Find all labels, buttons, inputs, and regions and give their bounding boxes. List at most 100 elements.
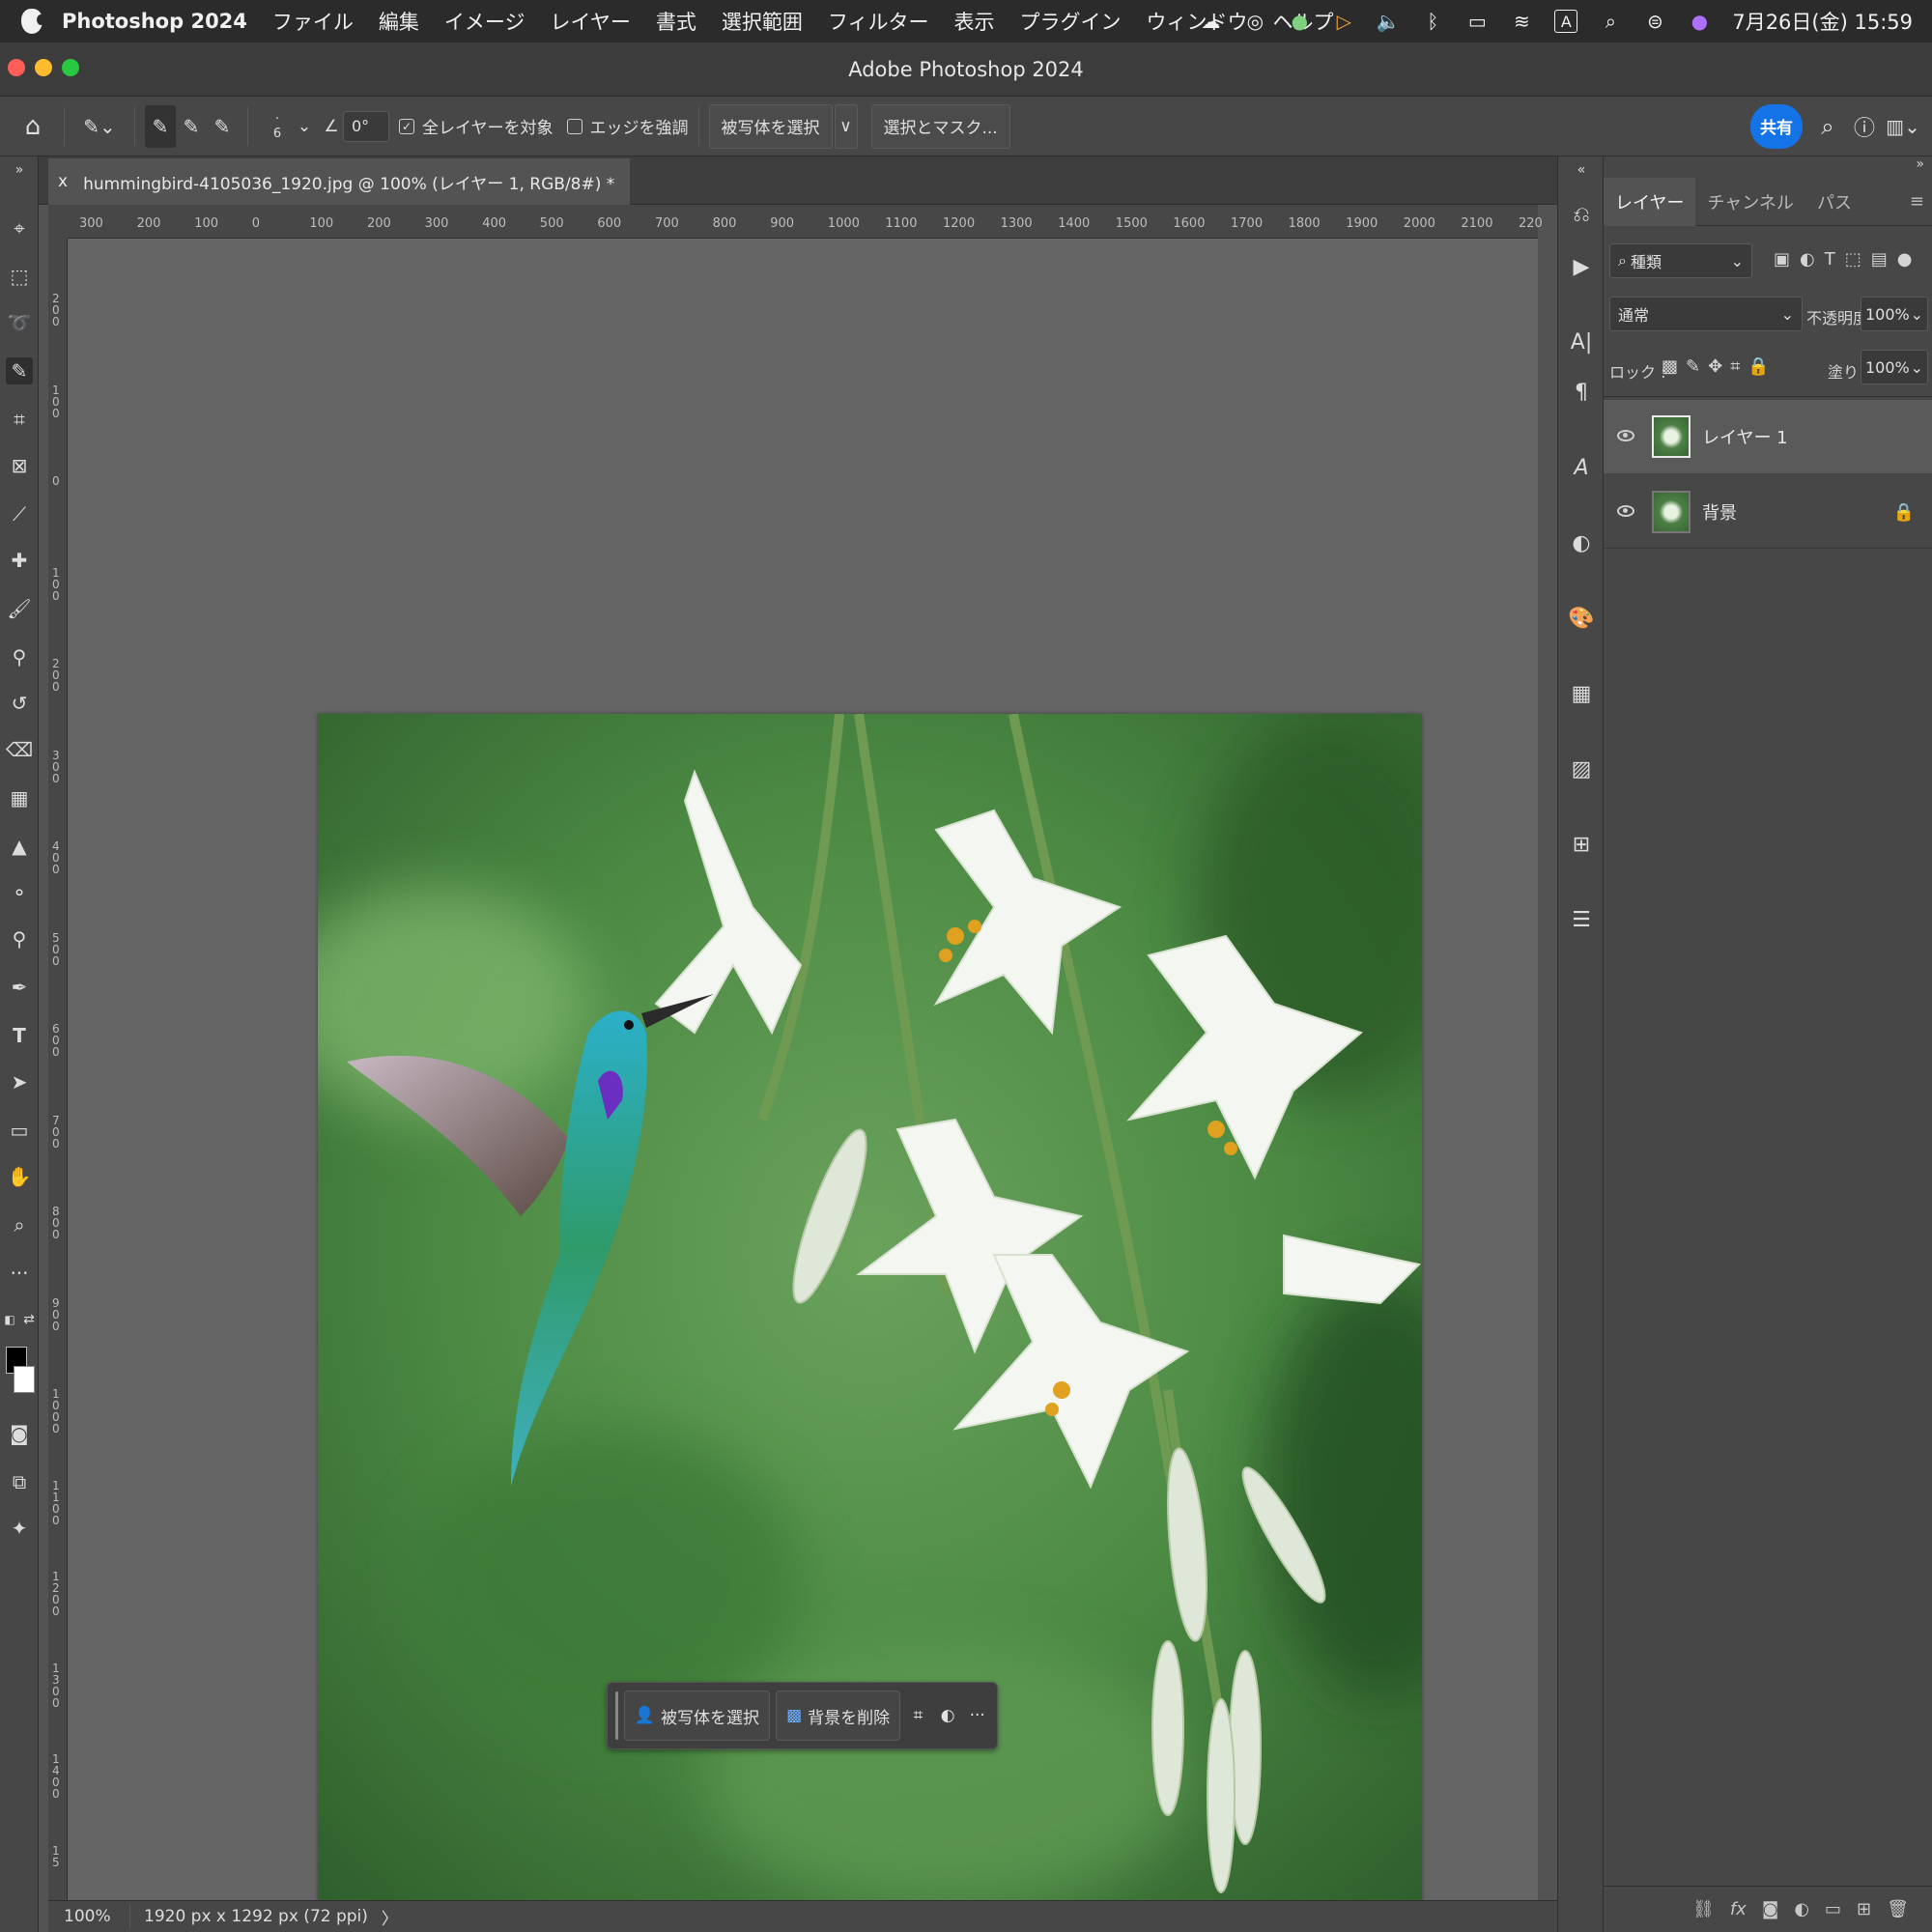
minimize-window-button[interactable] — [35, 59, 52, 76]
horizontal-ruler[interactable]: 300 200 100 0 100 200 300 400 500 600 700 800 900 100… — [68, 205, 1543, 239]
tool-preset-picker[interactable]: ✎⌄ — [74, 105, 125, 148]
eraser-tool-icon[interactable]: ⌫ — [6, 736, 33, 763]
layer-style-icon[interactable]: fx — [1730, 1899, 1747, 1919]
filter-adjustment-icon[interactable]: ◐ — [1800, 249, 1815, 270]
gradient-tool-icon[interactable]: ▦ — [6, 784, 33, 811]
filter-toggle-icon[interactable]: ● — [1897, 249, 1913, 270]
gradients-panel-icon[interactable]: ▨ — [1568, 755, 1595, 782]
ctx-remove-background-button[interactable]: ▩ 背景を削除 — [776, 1690, 901, 1741]
cloud-icon[interactable]: ☁ — [1199, 10, 1222, 33]
apple-icon[interactable] — [21, 9, 45, 34]
close-tab-icon[interactable]: x — [58, 172, 68, 191]
new-group-icon[interactable]: ▭ — [1825, 1899, 1841, 1919]
layer-thumbnail[interactable] — [1652, 491, 1690, 533]
collapse-dock-icon[interactable]: « — [1568, 156, 1595, 184]
screen-mode-icon[interactable]: ⧉ — [6, 1468, 33, 1495]
add-mask-icon[interactable]: ◙ — [1762, 1899, 1778, 1919]
type-tool-icon[interactable]: T — [6, 1022, 33, 1049]
path-selection-tool-icon[interactable]: ➤ — [6, 1068, 33, 1095]
layer-name[interactable]: レイヤー 1 — [1702, 424, 1788, 449]
healing-brush-tool-icon[interactable]: ✚ — [6, 547, 33, 574]
adjustment-icon[interactable]: ◐ — [936, 1706, 960, 1725]
wifi-icon[interactable]: ≋ — [1510, 10, 1533, 33]
play-status-icon[interactable]: ▷ — [1332, 10, 1355, 33]
opacity-input[interactable]: 100% ⌄ — [1861, 297, 1928, 331]
new-layer-icon[interactable]: ⊞ — [1857, 1899, 1871, 1919]
ctx-select-subject-button[interactable]: 👤 被写体を選択 — [623, 1690, 771, 1741]
lock-position-icon[interactable]: ✥ — [1708, 356, 1722, 377]
input-mode-indicator[interactable]: A — [1554, 10, 1578, 33]
layer-row[interactable]: 背景 🔒 — [1604, 475, 1932, 549]
menu-plugins[interactable]: プラグイン — [1019, 7, 1121, 36]
properties-panel-icon[interactable]: ☰ — [1568, 906, 1595, 933]
filter-pixel-icon[interactable]: ▣ — [1774, 249, 1790, 270]
menu-image[interactable]: イメージ — [444, 7, 526, 36]
visibility-eye-icon[interactable] — [1617, 430, 1634, 441]
lock-icon[interactable]: 🔒 — [1893, 502, 1915, 523]
blend-mode-select[interactable]: 通常 ⌄ — [1609, 297, 1803, 331]
layer-thumbnail[interactable] — [1652, 415, 1690, 458]
fill-input[interactable]: 100% ⌄ — [1861, 350, 1928, 384]
spotlight-search-icon[interactable]: ⌕ — [1599, 10, 1622, 33]
document-info-arrow[interactable]: 〉 — [382, 1905, 398, 1929]
collapse-panels-icon[interactable]: » — [1916, 156, 1924, 172]
hand-tool-icon[interactable]: ✋ — [6, 1163, 33, 1190]
select-subject-dropdown[interactable]: ∨ — [834, 103, 858, 149]
lock-image-icon[interactable]: ✎ — [1686, 356, 1700, 377]
lock-artboard-icon[interactable]: ⌗ — [1730, 356, 1740, 377]
tab-paths[interactable]: パス — [1805, 178, 1863, 226]
more-tools-icon[interactable]: ··· — [6, 1260, 33, 1287]
patterns-panel-icon[interactable]: ⊞ — [1568, 831, 1595, 858]
lasso-tool-icon[interactable]: ➰ — [6, 309, 33, 336]
quick-selection-tool-icon[interactable]: ✎ — [6, 357, 33, 384]
menu-file[interactable]: ファイル — [272, 7, 354, 36]
tab-layers[interactable]: レイヤー — [1604, 177, 1696, 226]
generative-icon[interactable]: ✦ — [6, 1515, 33, 1542]
control-center-icon[interactable]: ⊜ — [1643, 10, 1666, 33]
artboard-tool-icon[interactable]: ⌖ — [6, 214, 33, 242]
chevron-down-icon[interactable]: ⌄ — [297, 105, 312, 148]
canvas-area[interactable]: 👤 被写体を選択 ▩ 背景を削除 ⌗ ◐ ··· — [68, 239, 1538, 1903]
frame-tool-icon[interactable]: ⊠ — [6, 452, 33, 479]
layer-filter-kind-select[interactable]: ⌕ 種類 ⌄ — [1609, 243, 1752, 278]
delete-layer-icon[interactable]: 🗑 — [1887, 1899, 1909, 1919]
eyedropper-tool-icon[interactable]: ⟋ — [6, 500, 33, 527]
search-icon[interactable]: ⌕ — [1808, 105, 1847, 148]
brush-size-picker[interactable]: · 6 — [258, 105, 297, 148]
filter-type-icon[interactable]: T — [1825, 249, 1835, 270]
menubar-clock[interactable]: 7月26日(金) 15:59 — [1732, 7, 1913, 36]
glyphs-panel-icon[interactable]: A — [1568, 454, 1595, 481]
actions-panel-icon[interactable]: ▶ — [1568, 253, 1595, 280]
layer-row[interactable]: レイヤー 1 — [1604, 400, 1932, 473]
history-panel-icon[interactable]: ⎌ — [1568, 201, 1595, 228]
crop-tool-icon[interactable]: ⌗ — [6, 406, 33, 433]
pen-tool-icon[interactable]: ✒ — [6, 974, 33, 1001]
share-button[interactable]: 共有 — [1750, 103, 1803, 149]
app-name-menu[interactable]: Photoshop 2024 — [62, 10, 247, 33]
swap-colors-icon[interactable]: ⇄ — [21, 1312, 37, 1327]
clone-stamp-tool-icon[interactable]: ⚲ — [6, 643, 33, 670]
vertical-ruler[interactable]: 2 0 0 1 0 0 0 1 0 0 2 0 0 3 0 0 4 0 0 5 0 0 6 0 … — [48, 239, 68, 1900]
default-colors-icon[interactable]: ◧ — [2, 1312, 17, 1327]
app-status-icon[interactable]: ● — [1288, 10, 1311, 33]
link-layers-icon[interactable]: ⛓ — [1692, 1899, 1715, 1919]
add-selection-brush-icon[interactable]: ✎ — [176, 105, 207, 148]
adjustments-panel-icon[interactable]: ◐ — [1568, 529, 1595, 556]
bluetooth-icon[interactable]: ᛒ — [1421, 10, 1444, 33]
menu-edit[interactable]: 編集 — [379, 7, 419, 36]
collapse-panel-icon[interactable]: » — [6, 156, 33, 184]
new-selection-brush-icon[interactable]: ✎ — [145, 104, 176, 148]
zoom-window-button[interactable] — [62, 59, 79, 76]
menu-type[interactable]: 書式 — [656, 7, 696, 36]
background-color-swatch[interactable] — [14, 1366, 35, 1393]
sample-all-layers-checkbox[interactable]: ✓ 全レイヤーを対象 — [399, 105, 554, 148]
panel-menu-icon[interactable]: ≡ — [1910, 191, 1932, 212]
marquee-tool-icon[interactable]: ⬚ — [6, 263, 33, 290]
enhance-edge-checkbox[interactable]: エッジを強調 — [566, 105, 689, 148]
drag-handle[interactable] — [615, 1691, 618, 1740]
quick-mask-icon[interactable]: ◙ — [6, 1420, 33, 1447]
color-panel-icon[interactable]: 🎨 — [1568, 605, 1595, 632]
select-and-mask-button[interactable]: 選択とマスク... — [870, 103, 1010, 149]
dodge-burn-tool-icon[interactable]: ⚲ — [6, 925, 33, 952]
character-panel-icon[interactable]: A| — [1568, 328, 1595, 355]
